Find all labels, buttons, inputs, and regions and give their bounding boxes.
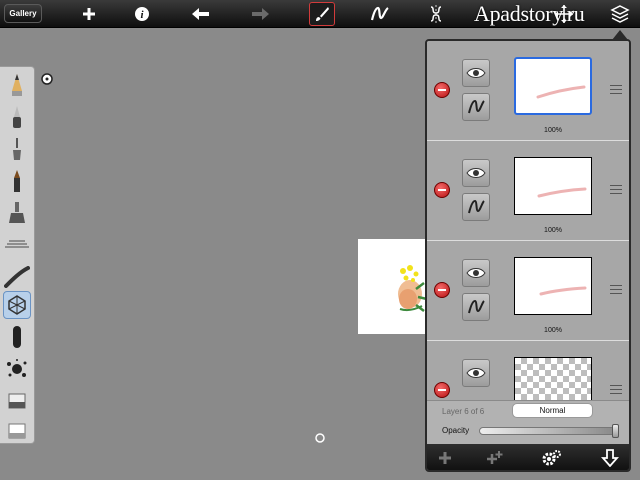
duplicate-layer-icon[interactable] xyxy=(484,448,506,468)
opacity-slider[interactable] xyxy=(479,424,619,438)
layer-row[interactable]: 100% xyxy=(427,141,629,241)
symmetry-icon[interactable] xyxy=(425,3,447,25)
layer-thumbnail[interactable] xyxy=(514,257,592,315)
eye-icon[interactable] xyxy=(462,159,490,187)
redo-icon[interactable] xyxy=(249,3,271,25)
blend-mode-select[interactable]: Normal xyxy=(512,403,593,418)
fine-brush-tool-icon[interactable] xyxy=(3,135,31,163)
opacity-label: Opacity xyxy=(442,426,470,435)
layers-bottom-bar xyxy=(427,444,629,470)
smudge-tool-icon[interactable] xyxy=(3,323,31,351)
flower-sticker-artwork xyxy=(398,265,428,312)
stroke-icon[interactable] xyxy=(369,3,391,25)
eye-icon[interactable] xyxy=(462,59,490,87)
eye-icon[interactable] xyxy=(462,259,490,287)
soft-brush-tool-icon[interactable] xyxy=(3,263,31,291)
brush-cursor-icon xyxy=(41,72,53,90)
eye-icon[interactable] xyxy=(462,359,490,387)
merge-down-icon[interactable] xyxy=(599,448,621,468)
layers-icon[interactable] xyxy=(609,3,631,25)
layer-opacity-label: 100% xyxy=(544,227,562,234)
brush-palette xyxy=(0,66,35,444)
marker-tool-icon[interactable] xyxy=(3,167,31,195)
blend-mode-icon[interactable] xyxy=(462,293,490,321)
layers-panel: 100% 100% 100% Layer 6 of 6 Normal Opaci… xyxy=(425,39,631,472)
blend-mode-icon[interactable] xyxy=(462,93,490,121)
transform-icon[interactable] xyxy=(553,3,575,25)
delete-layer-icon[interactable] xyxy=(434,282,450,298)
ruler-brush-tool-icon[interactable] xyxy=(3,231,31,259)
airbrush-tool-icon[interactable] xyxy=(3,199,31,227)
add-layer-icon[interactable] xyxy=(434,448,456,468)
delete-layer-icon[interactable] xyxy=(434,382,450,398)
blend-mode-icon[interactable] xyxy=(462,193,490,221)
drag-handle-icon[interactable] xyxy=(610,385,622,397)
layer-row[interactable]: 100% xyxy=(427,241,629,341)
drag-handle-icon[interactable] xyxy=(610,85,622,97)
layer-row[interactable]: 100% xyxy=(427,41,629,141)
drawing-canvas[interactable] xyxy=(358,239,428,334)
delete-layer-icon[interactable] xyxy=(434,82,450,98)
layer-thumbnail[interactable] xyxy=(514,157,592,215)
undo-icon[interactable] xyxy=(190,3,212,25)
layer-opacity-label: 100% xyxy=(544,127,562,134)
brush-icon[interactable] xyxy=(309,2,335,26)
layer-controls: Layer 6 of 6 Normal Opacity xyxy=(427,400,629,444)
top-toolbar: Gallery i Apadstory.ru xyxy=(0,0,640,28)
pencil-tool-icon[interactable] xyxy=(3,71,31,99)
ink-pen-tool-icon[interactable] xyxy=(3,103,31,131)
delete-layer-icon[interactable] xyxy=(434,182,450,198)
layer-count-label: Layer 6 of 6 xyxy=(442,407,485,416)
touch-point-icon xyxy=(315,430,325,448)
info-icon[interactable]: i xyxy=(131,3,153,25)
layer-thumbnail[interactable] xyxy=(514,57,592,115)
gallery-button[interactable]: Gallery xyxy=(4,4,42,23)
sticker-brush-tool-icon[interactable] xyxy=(3,291,31,319)
eraser-soft-tool-icon[interactable] xyxy=(3,417,31,445)
layer-settings-icon[interactable] xyxy=(540,448,562,468)
splatter-tool-icon[interactable] xyxy=(3,355,31,383)
drag-handle-icon[interactable] xyxy=(610,185,622,197)
eraser-hard-tool-icon[interactable] xyxy=(3,387,31,415)
layer-opacity-label: 100% xyxy=(544,327,562,334)
add-icon[interactable] xyxy=(78,3,100,25)
opacity-slider-knob[interactable] xyxy=(612,424,619,438)
drag-handle-icon[interactable] xyxy=(610,285,622,297)
